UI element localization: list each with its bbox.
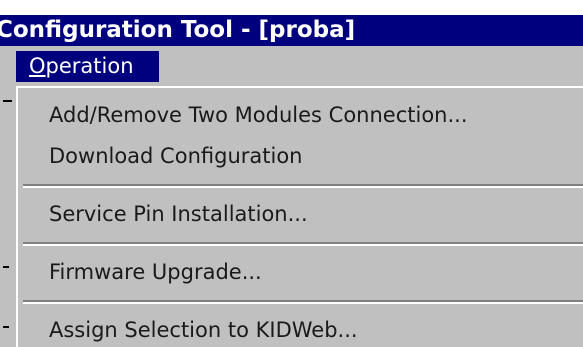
menu-item-download-configuration[interactable]: Download Configuration	[49, 141, 302, 171]
menu-separator	[23, 300, 583, 304]
screen: Configuration Tool - [proba] Operation A…	[0, 0, 583, 347]
background-artifact	[3, 100, 12, 102]
menu-item-assign-selection-kidweb[interactable]: Assign Selection to KIDWeb...	[49, 315, 358, 345]
operation-dropdown-menu: Add/Remove Two Modules Connection... Dow…	[16, 86, 583, 347]
background-artifact	[3, 266, 9, 268]
menu-item-add-remove-connection[interactable]: Add/Remove Two Modules Connection...	[49, 100, 468, 130]
menu-separator	[23, 184, 583, 188]
window-titlebar[interactable]: Configuration Tool - [proba]	[0, 15, 583, 46]
menu-separator	[23, 242, 583, 246]
menu-operation-label: peration	[45, 54, 134, 78]
menu-operation[interactable]: Operation	[16, 51, 159, 82]
menubar: Operation	[0, 46, 583, 86]
menu-operation-accelerator: O	[29, 54, 46, 78]
window-title: Configuration Tool - [proba]	[0, 17, 356, 43]
menu-item-service-pin-installation[interactable]: Service Pin Installation...	[49, 199, 308, 229]
menu-item-firmware-upgrade[interactable]: Firmware Upgrade...	[49, 257, 262, 287]
background-artifact	[3, 326, 9, 328]
window-background-strip	[0, 86, 16, 347]
